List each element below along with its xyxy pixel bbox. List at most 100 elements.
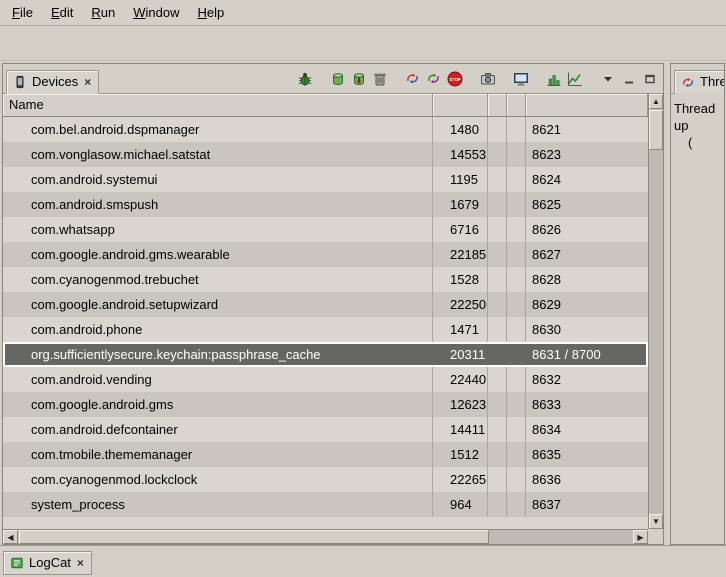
sysinfo-graph-icon[interactable] bbox=[564, 68, 585, 89]
threads-message-line2: ( bbox=[674, 134, 721, 151]
logcat-tab-close-icon[interactable]: × bbox=[76, 556, 85, 570]
empty-cell-2 bbox=[507, 192, 526, 217]
vertical-scrollbar[interactable]: ▲ ▼ bbox=[648, 94, 663, 529]
empty-cell-1 bbox=[488, 167, 507, 192]
empty-cell-2 bbox=[507, 317, 526, 342]
empty-cell-1 bbox=[488, 142, 507, 167]
process-row[interactable]: com.google.android.gms 12623 8633 bbox=[3, 392, 648, 417]
logcat-icon bbox=[10, 556, 24, 570]
process-port: 8625 bbox=[526, 192, 648, 217]
process-port: 8635 bbox=[526, 442, 648, 467]
process-port: 8637 bbox=[526, 492, 648, 517]
process-row[interactable]: system_process 964 8637 bbox=[3, 492, 648, 517]
dump-hprof-icon[interactable] bbox=[348, 68, 369, 89]
process-name: com.google.android.gms bbox=[3, 392, 433, 417]
empty-cell-1 bbox=[488, 267, 507, 292]
maximize-icon[interactable] bbox=[639, 68, 660, 89]
empty-cell-1 bbox=[488, 242, 507, 267]
threads-panel: Threads Thread up ( bbox=[670, 63, 725, 545]
vertical-scroll-thumb[interactable] bbox=[649, 110, 663, 150]
menu-help[interactable]: Help bbox=[188, 1, 233, 24]
process-pid: 1528 bbox=[433, 267, 488, 292]
process-name: com.android.defcontainer bbox=[3, 417, 433, 442]
menu-file[interactable]: File bbox=[3, 1, 42, 24]
empty-cell-2 bbox=[507, 292, 526, 317]
process-name: com.android.phone bbox=[3, 317, 433, 342]
process-port: 8634 bbox=[526, 417, 648, 442]
horizontal-scroll-thumb[interactable] bbox=[19, 530, 489, 544]
process-port: 8624 bbox=[526, 167, 648, 192]
process-table-body: com.bel.android.dspmanager 1480 8621 com… bbox=[3, 117, 648, 529]
process-row[interactable]: com.vonglasow.michael.satstat 14553 8623 bbox=[3, 142, 648, 167]
scroll-right-icon[interactable]: ▶ bbox=[633, 530, 648, 544]
process-row[interactable]: com.android.defcontainer 14411 8634 bbox=[3, 417, 648, 442]
debug-process-icon[interactable] bbox=[294, 68, 315, 89]
menu-window[interactable]: Window bbox=[124, 1, 188, 24]
minimize-icon[interactable] bbox=[618, 68, 639, 89]
empty-cell-1 bbox=[488, 192, 507, 217]
process-row[interactable]: com.google.android.setupwizard 22250 862… bbox=[3, 292, 648, 317]
update-threads-icon[interactable] bbox=[402, 68, 423, 89]
column-header-port[interactable] bbox=[526, 94, 648, 116]
process-port: 8630 bbox=[526, 317, 648, 342]
horizontal-scrollbar[interactable]: ◀ ▶ bbox=[3, 529, 648, 544]
column-header-empty-2[interactable] bbox=[507, 94, 526, 116]
process-name: system_process bbox=[3, 492, 433, 517]
empty-cell-2 bbox=[507, 417, 526, 442]
process-row[interactable]: com.cyanogenmod.trebuchet 1528 8628 bbox=[3, 267, 648, 292]
devices-tab[interactable]: Devices × bbox=[6, 70, 99, 94]
scroll-up-icon[interactable]: ▲ bbox=[649, 94, 663, 109]
process-port: 8633 bbox=[526, 392, 648, 417]
threads-message-line1: Thread up bbox=[674, 100, 721, 134]
empty-cell-1 bbox=[488, 417, 507, 442]
logcat-tab[interactable]: LogCat × bbox=[3, 551, 92, 575]
threads-tab[interactable]: Threads bbox=[674, 70, 725, 94]
devices-view-header: Devices × STOP bbox=[3, 64, 663, 94]
scroll-down-icon[interactable]: ▼ bbox=[649, 514, 663, 529]
menu-edit[interactable]: Edit bbox=[42, 1, 82, 24]
process-pid: 22440 bbox=[433, 367, 488, 392]
sysinfo-bars-icon[interactable] bbox=[543, 68, 564, 89]
hierarchy-view-icon[interactable] bbox=[510, 68, 531, 89]
logcat-tab-label: LogCat bbox=[29, 555, 71, 570]
threads-icon bbox=[681, 75, 695, 89]
process-row[interactable]: com.tmobile.thememanager 1512 8635 bbox=[3, 442, 648, 467]
menu-run[interactable]: Run bbox=[82, 1, 124, 24]
devices-tab-close-icon[interactable]: × bbox=[83, 75, 92, 89]
scroll-left-icon[interactable]: ◀ bbox=[3, 530, 18, 544]
method-profiling-icon[interactable] bbox=[423, 68, 444, 89]
column-header-empty-1[interactable] bbox=[488, 94, 507, 116]
update-heap-icon[interactable] bbox=[327, 68, 348, 89]
process-row[interactable]: com.cyanogenmod.lockclock 22265 8636 bbox=[3, 467, 648, 492]
process-pid: 1471 bbox=[433, 317, 488, 342]
screen-capture-icon[interactable] bbox=[477, 68, 498, 89]
process-table-header: Name bbox=[3, 94, 648, 117]
column-header-name[interactable]: Name bbox=[3, 94, 433, 116]
empty-cell-1 bbox=[488, 492, 507, 517]
view-menu-icon[interactable] bbox=[597, 68, 618, 89]
column-header-pid[interactable] bbox=[433, 94, 488, 116]
process-row[interactable]: com.whatsapp 6716 8626 bbox=[3, 217, 648, 242]
threads-view-header: Threads bbox=[671, 64, 724, 94]
process-row[interactable]: com.android.phone 1471 8630 bbox=[3, 317, 648, 342]
process-row[interactable]: com.google.android.gms.wearable 22185 86… bbox=[3, 242, 648, 267]
process-pid: 1480 bbox=[433, 117, 488, 142]
process-row[interactable]: com.android.systemui 1195 8624 bbox=[3, 167, 648, 192]
process-row[interactable]: com.android.vending 22440 8632 bbox=[3, 367, 648, 392]
empty-cell-1 bbox=[488, 392, 507, 417]
empty-cell-2 bbox=[507, 267, 526, 292]
empty-cell-2 bbox=[507, 217, 526, 242]
stop-process-icon[interactable]: STOP bbox=[444, 68, 465, 89]
process-port: 8636 bbox=[526, 467, 648, 492]
bottom-bar: LogCat × bbox=[0, 545, 726, 577]
process-row[interactable]: com.android.smspush 1679 8625 bbox=[3, 192, 648, 217]
empty-cell-2 bbox=[507, 367, 526, 392]
empty-cell-1 bbox=[488, 442, 507, 467]
process-row[interactable]: org.sufficientlysecure.keychain:passphra… bbox=[3, 342, 648, 367]
process-row[interactable]: com.bel.android.dspmanager 1480 8621 bbox=[3, 117, 648, 142]
process-name: com.whatsapp bbox=[3, 217, 433, 242]
empty-cell-2 bbox=[507, 392, 526, 417]
threads-tab-label: Threads bbox=[700, 74, 725, 89]
cause-gc-icon[interactable] bbox=[369, 68, 390, 89]
device-icon bbox=[13, 75, 27, 89]
